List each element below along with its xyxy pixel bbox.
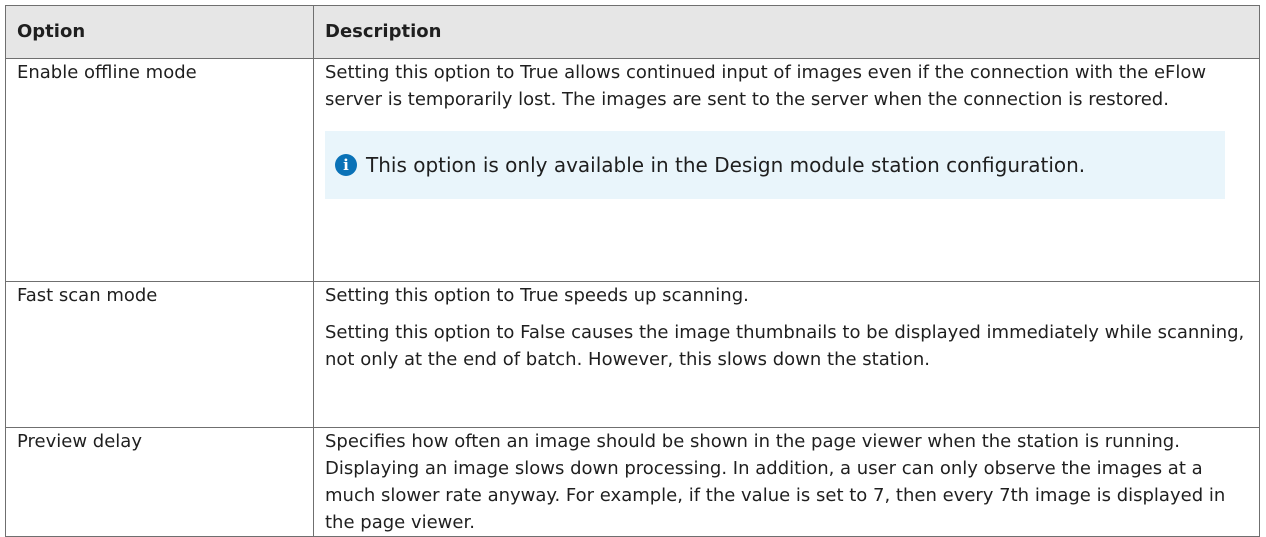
description-paragraph: Setting this option to True speeds up sc…: [325, 285, 749, 306]
column-header-description: Description: [313, 5, 1260, 59]
info-note-text: This option is only available in the Des…: [366, 153, 1086, 177]
description-paragraph: Specifies how often an image should be s…: [325, 431, 1226, 533]
description-cell: Setting this option to True allows conti…: [313, 58, 1260, 282]
description-paragraph: Setting this option to False causes the …: [325, 322, 1245, 370]
table-header-row: Option Description: [5, 5, 1260, 59]
info-note: i This option is only available in the D…: [325, 131, 1225, 199]
option-cell: Preview delay: [5, 427, 314, 537]
description-cell: Setting this option to True speeds up sc…: [313, 281, 1260, 428]
option-cell: Enable offline mode: [5, 58, 314, 282]
table-row: Preview delay Specifies how often an ima…: [5, 427, 1260, 537]
column-header-option: Option: [5, 5, 314, 59]
description-paragraph: Setting this option to True allows conti…: [325, 62, 1207, 110]
table-row: Enable offline mode Setting this option …: [5, 58, 1260, 282]
option-cell: Fast scan mode: [5, 281, 314, 428]
table-row: Fast scan mode Setting this option to Tr…: [5, 281, 1260, 428]
info-icon: i: [335, 154, 357, 176]
description-cell: Specifies how often an image should be s…: [313, 427, 1260, 537]
options-table: Option Description Enable offline mode S…: [5, 5, 1260, 537]
